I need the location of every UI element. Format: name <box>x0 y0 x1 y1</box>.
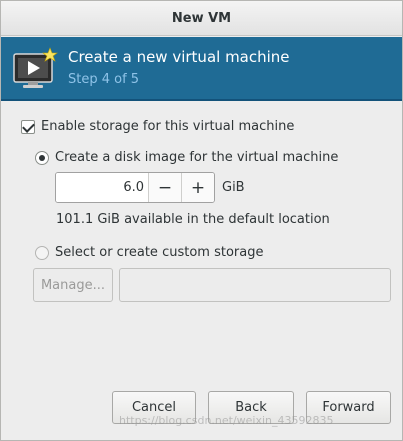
disk-size-decrement-button[interactable]: − <box>148 173 181 202</box>
enable-storage-label[interactable]: Enable storage for this virtual machine <box>41 119 294 134</box>
disk-size-increment-button[interactable]: + <box>181 173 214 202</box>
enable-storage-checkbox[interactable] <box>21 119 35 134</box>
custom-storage-option-row[interactable]: Select or create custom storage <box>35 245 263 260</box>
new-vm-window: New VM Create a new virtual machine Step… <box>0 0 403 441</box>
disk-image-radio[interactable] <box>35 150 49 165</box>
custom-storage-path-field[interactable] <box>119 268 391 302</box>
disk-image-option-row[interactable]: Create a disk image for the virtual mach… <box>35 150 338 165</box>
disk-size-unit: GiB <box>222 180 245 195</box>
banner-title: Create a new virtual machine <box>68 48 290 66</box>
enable-storage-row[interactable]: Enable storage for this virtual machine <box>21 119 294 134</box>
wizard-banner: Create a new virtual machine Step 4 of 5 <box>1 37 402 101</box>
manage-button[interactable]: Manage... <box>33 268 113 302</box>
disk-size-input[interactable] <box>56 173 148 202</box>
window-titlebar[interactable]: New VM <box>1 1 402 36</box>
vm-monitor-icon <box>13 47 58 88</box>
available-space-text: 101.1 GiB available in the default locat… <box>56 212 330 227</box>
watermark-text: https://blog.csdn.net/weixin_43592835 <box>119 414 334 427</box>
custom-storage-radio[interactable] <box>35 245 49 260</box>
disk-size-spinner: − + <box>55 172 215 203</box>
banner-step-indicator: Step 4 of 5 <box>68 72 140 87</box>
custom-storage-label[interactable]: Select or create custom storage <box>55 245 263 260</box>
window-title: New VM <box>171 10 232 26</box>
disk-image-label[interactable]: Create a disk image for the virtual mach… <box>55 150 338 165</box>
